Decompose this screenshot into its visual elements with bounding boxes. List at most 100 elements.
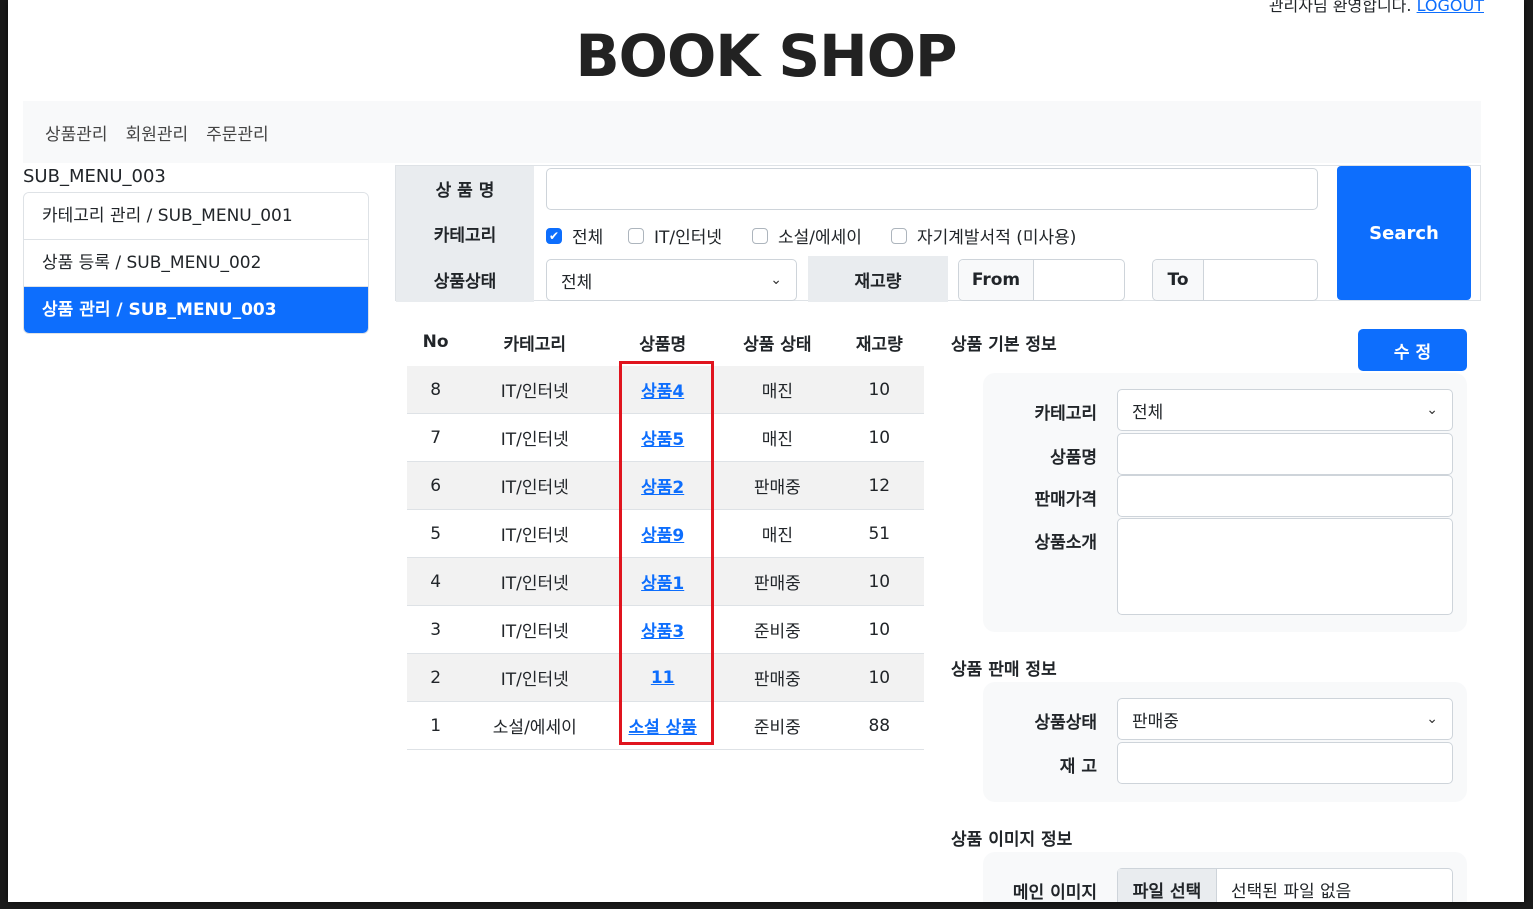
column-header-stock: 재고량 — [855, 334, 903, 355]
file-status-text: 선택된 파일 없음 — [1231, 881, 1352, 902]
table-row[interactable]: 2 IT/인터넷 11 판매중 10 — [407, 653, 924, 702]
product-link[interactable]: 11 — [651, 668, 675, 688]
table-row[interactable]: 1 소설/에세이 소설 상품 준비중 88 — [407, 701, 924, 750]
edit-button[interactable]: 수 정 — [1358, 329, 1467, 371]
logout-link[interactable]: LOGOUT — [1417, 0, 1484, 15]
category-checkbox-selfdev[interactable]: 자기계발서적 (미사용) — [891, 223, 1076, 248]
cell-status: 판매중 — [720, 653, 835, 702]
file-select-button[interactable]: 파일 선택 — [1118, 869, 1217, 902]
main-nav: 상품관리 회원관리 주문관리 — [23, 101, 1481, 163]
name-field-label: 상품명 — [1050, 448, 1097, 468]
cell-name: 상품9 — [605, 509, 721, 558]
search-button[interactable]: Search — [1337, 166, 1471, 300]
cell-stock: 10 — [834, 653, 924, 702]
category-label: 카테고리 — [396, 211, 534, 256]
column-header-category: 카테고리 — [503, 334, 567, 355]
stock-label: 재고량 — [808, 256, 948, 302]
intro-textarea[interactable] — [1117, 518, 1453, 615]
stock-field[interactable] — [1117, 742, 1453, 784]
cell-stock: 12 — [834, 461, 924, 510]
product-name-label: 상 품 명 — [396, 166, 534, 211]
cell-no: 5 — [407, 509, 465, 558]
cell-stock: 51 — [834, 509, 924, 558]
sidebar-item-register[interactable]: 상품 등록 / SUB_MENU_002 — [24, 240, 368, 287]
product-link[interactable]: 상품1 — [641, 574, 684, 594]
category-checkbox-all[interactable]: ✔ 전체 — [546, 223, 603, 248]
column-header-no: No — [422, 332, 449, 352]
table-header-row: No 카테고리 상품명 상품 상태 재고량 — [407, 318, 924, 366]
cell-stock: 10 — [834, 605, 924, 654]
cell-no: 3 — [407, 605, 465, 654]
sale-status-value: 판매중 — [1132, 711, 1179, 732]
cell-no: 7 — [407, 413, 465, 462]
cell-name: 상품1 — [605, 557, 721, 606]
cell-category: IT/인터넷 — [464, 509, 606, 558]
cell-name: 상품5 — [605, 413, 721, 462]
table-row[interactable]: 3 IT/인터넷 상품3 준비중 10 — [407, 605, 924, 654]
cell-category: IT/인터넷 — [464, 413, 606, 462]
table-row[interactable]: 8 IT/인터넷 상품4 매진 10 — [407, 366, 924, 414]
cell-stock: 10 — [834, 413, 924, 462]
sidebar-item-manage[interactable]: 상품 관리 / SUB_MENU_003 — [24, 287, 368, 333]
checkbox-checked-icon: ✔ — [546, 227, 562, 244]
column-header-name: 상품명 — [639, 334, 687, 355]
stock-to-group[interactable]: To — [1152, 259, 1318, 301]
checkbox-label: 전체 — [572, 228, 604, 248]
cell-no: 6 — [407, 461, 465, 510]
nav-item-members[interactable]: 회원관리 — [126, 120, 189, 145]
image-info-card: 메인 이미지 파일 선택 선택된 파일 없음 — [983, 852, 1467, 902]
cell-stock: 10 — [834, 557, 924, 606]
cell-status: 매진 — [720, 366, 835, 414]
sale-info-title: 상품 판매 정보 — [951, 660, 1057, 680]
product-link[interactable]: 상품4 — [641, 382, 684, 402]
price-field[interactable] — [1117, 475, 1453, 517]
product-link[interactable]: 상품9 — [641, 526, 684, 546]
table-row[interactable]: 4 IT/인터넷 상품1 판매중 10 — [407, 557, 924, 606]
table-row[interactable]: 7 IT/인터넷 상품5 매진 10 — [407, 413, 924, 462]
checkbox-icon — [628, 227, 644, 244]
nav-item-products[interactable]: 상품관리 — [45, 120, 108, 145]
stock-from-group[interactable]: From — [958, 259, 1125, 301]
cell-stock: 10 — [834, 366, 924, 414]
cell-status: 준비중 — [720, 701, 835, 750]
status-select-value: 전체 — [561, 272, 593, 293]
search-form: 상 품 명 카테고리 ✔ 전체 IT/인터넷 소설/에세이 자기계발서적 (미사… — [395, 165, 1481, 302]
sidebar-menu: 카테고리 관리 / SUB_MENU_001 상품 등록 / SUB_MENU_… — [23, 192, 369, 334]
status-label: 상품상태 — [396, 256, 534, 302]
status-select[interactable]: 전체 ⌄ — [546, 259, 797, 301]
sidebar-title: SUB_MENU_003 — [23, 166, 166, 187]
stock-from-label: From — [959, 260, 1034, 300]
table-row[interactable]: 6 IT/인터넷 상품2 판매중 12 — [407, 461, 924, 510]
cell-category: IT/인터넷 — [464, 461, 606, 510]
cell-stock: 88 — [834, 701, 924, 750]
product-link[interactable]: 소설 상품 — [628, 718, 696, 738]
cell-name: 11 — [605, 653, 721, 702]
product-link[interactable]: 상품5 — [641, 430, 684, 450]
table-row[interactable]: 5 IT/인터넷 상품9 매진 51 — [407, 509, 924, 558]
cell-no: 1 — [407, 701, 465, 750]
site-logo[interactable]: BOOK SHOP — [8, 22, 1524, 90]
product-name-field[interactable] — [1117, 433, 1453, 475]
basic-info-card: 카테고리 전체 ⌄ 상품명 판매가격 상품소개 — [983, 373, 1467, 632]
category-select[interactable]: 전체 ⌄ — [1117, 389, 1453, 431]
product-name-input[interactable] — [546, 168, 1318, 210]
main-image-label: 메인 이미지 — [1012, 883, 1097, 902]
category-select-value: 전체 — [1132, 402, 1164, 423]
welcome-message: 관리자님 환영합니다. — [1268, 0, 1412, 15]
cell-status: 매진 — [720, 509, 835, 558]
cell-category: IT/인터넷 — [464, 366, 606, 414]
product-link[interactable]: 상품2 — [641, 478, 684, 498]
cell-status: 판매중 — [720, 461, 835, 510]
nav-item-orders[interactable]: 주문관리 — [206, 120, 269, 145]
welcome-text: 관리자님 환영합니다. LOGOUT — [1269, 0, 1484, 16]
cell-status: 판매중 — [720, 557, 835, 606]
category-checkbox-novel[interactable]: 소설/에세이 — [752, 223, 862, 248]
sale-status-select[interactable]: 판매중 ⌄ — [1117, 698, 1453, 740]
main-image-file-input[interactable]: 파일 선택 선택된 파일 없음 — [1117, 868, 1453, 902]
cell-category: IT/인터넷 — [464, 653, 606, 702]
sidebar-item-category[interactable]: 카테고리 관리 / SUB_MENU_001 — [24, 193, 368, 240]
product-link[interactable]: 상품3 — [641, 622, 684, 642]
cell-category: 소설/에세이 — [464, 701, 606, 750]
category-checkbox-it[interactable]: IT/인터넷 — [628, 223, 722, 248]
checkbox-label: 소설/에세이 — [778, 228, 862, 248]
